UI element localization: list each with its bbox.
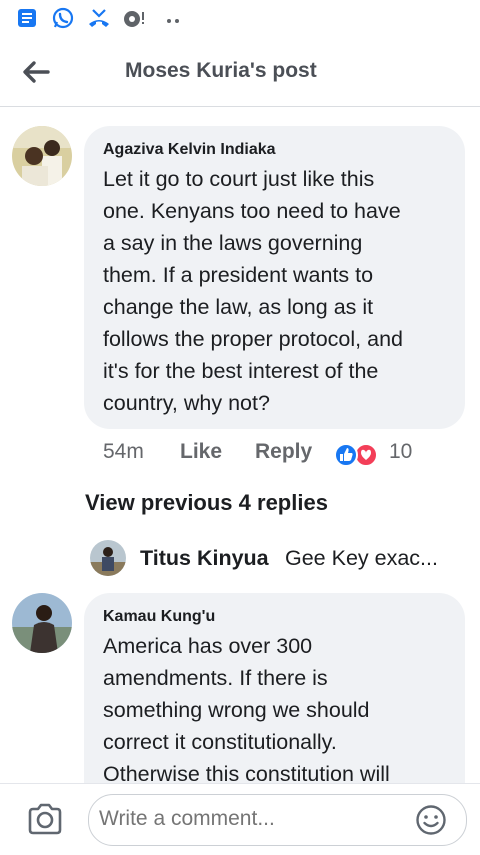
comment-line: follows the proper protocol, and [103, 327, 403, 351]
reactions-icon [334, 443, 378, 467]
reply-avatar [90, 540, 126, 576]
like-button[interactable]: Like [180, 440, 222, 464]
comment-text: Let it go to court just like this one. K… [103, 163, 453, 419]
more-dots-icon [167, 19, 179, 23]
avatar[interactable] [12, 126, 72, 186]
post-header: Moses Kuria's post [0, 40, 480, 107]
avatar-photo [12, 593, 72, 653]
gallery-icon [124, 11, 144, 27]
reply-preview[interactable]: Titus Kinyua Gee Key exac... [90, 540, 480, 576]
view-previous-replies[interactable]: View previous 4 replies [85, 490, 328, 516]
reply-button[interactable]: Reply [255, 440, 312, 464]
camera-icon[interactable] [27, 802, 63, 836]
comment-bubble: Agaziva Kelvin Indiaka Let it go to cour… [84, 126, 465, 429]
back-arrow-icon[interactable] [20, 56, 52, 88]
comment-input[interactable] [99, 807, 399, 831]
avatar[interactable] [12, 593, 72, 653]
comment-text: America has over 300 amendments. If ther… [103, 630, 453, 790]
status-bar [0, 0, 480, 40]
comment-time: 54m [103, 440, 144, 463]
comment-author[interactable]: Kamau Kung'u [103, 608, 453, 626]
comment-line: America has over 300 [103, 634, 313, 658]
comment-line: one. Kenyans too need to have [103, 199, 401, 223]
news-icon [18, 9, 36, 27]
comment-line: correct it constitutionally. [103, 730, 337, 754]
reply-snippet: Gee Key exac... [285, 546, 438, 570]
page-title: Moses Kuria's post [125, 59, 317, 82]
comment-line: country, why not? [103, 391, 270, 415]
comment-line: it's for the best interest of the [103, 359, 379, 383]
comment-box[interactable] [88, 794, 467, 846]
comment-line: something wrong we should [103, 698, 370, 722]
reactions[interactable] [333, 442, 381, 474]
comment-author[interactable]: Agaziva Kelvin Indiaka [103, 141, 453, 159]
whatsapp-icon [52, 7, 74, 29]
reply-author[interactable]: Titus Kinyua [140, 546, 269, 571]
comment-line: a say in the laws governing [103, 231, 363, 255]
comment-line: them. If a president wants to [103, 263, 374, 287]
comment-line: amendments. If there is [103, 666, 328, 690]
reaction-count[interactable]: 10 [389, 440, 412, 464]
emoji-icon[interactable] [415, 804, 447, 836]
compose-bar [0, 783, 480, 855]
comment-line: Let it go to court just like this [103, 167, 375, 191]
missed-call-icon [89, 9, 109, 27]
comment-line: change the law, as long as it [103, 295, 374, 319]
avatar-photo [12, 126, 72, 186]
reply-avatar-photo [90, 540, 126, 576]
